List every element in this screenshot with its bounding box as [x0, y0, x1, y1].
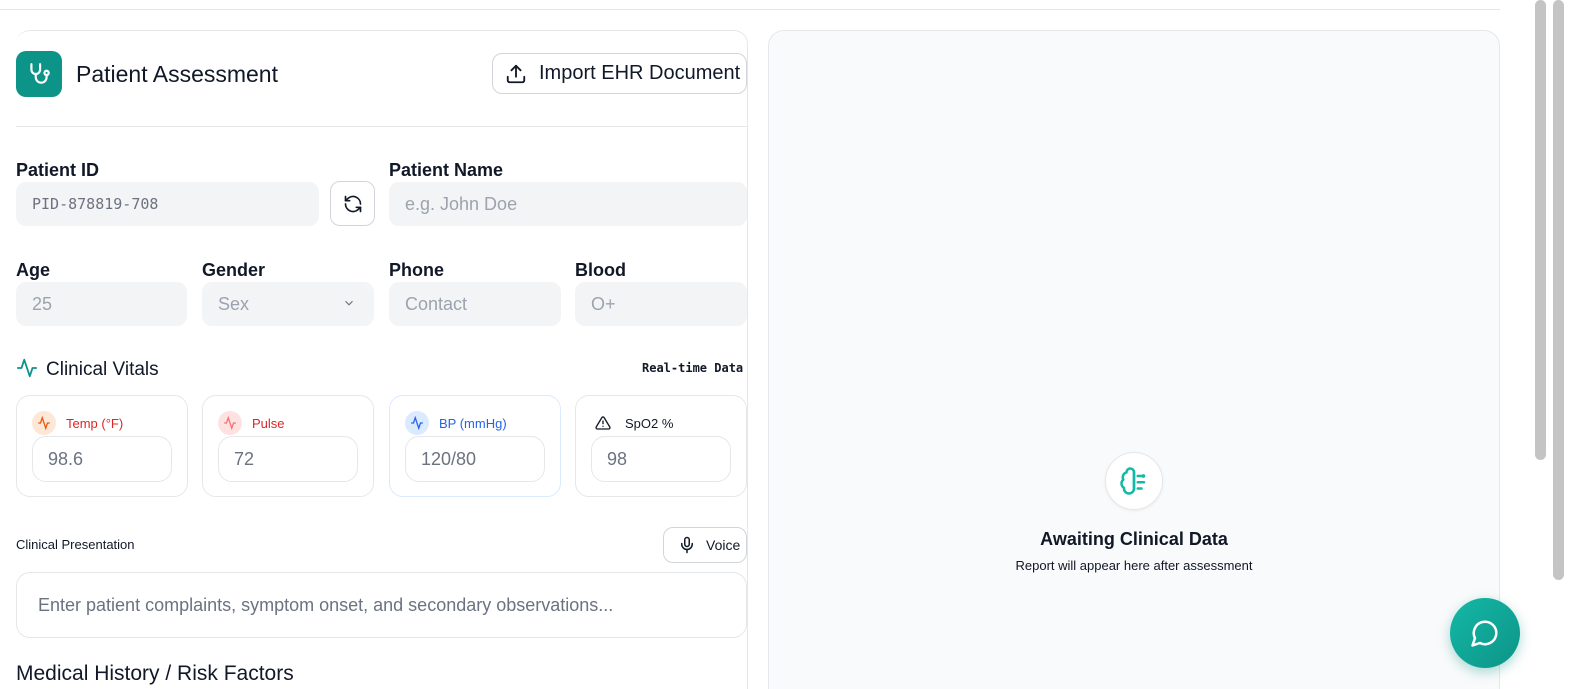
import-ehr-label: Import EHR Document: [539, 62, 741, 84]
spo2-input[interactable]: 98: [591, 436, 731, 482]
gender-select[interactable]: Sex: [202, 282, 374, 326]
awaiting-subtitle: Report will appear here after assessment: [1015, 558, 1253, 573]
chat-button[interactable]: [1450, 598, 1520, 668]
vital-card-spo2: SpO2 % 98: [575, 395, 747, 497]
phone-label: Phone: [389, 260, 445, 280]
vital-label: SpO2 %: [625, 415, 674, 431]
patient-id-label: Patient ID: [16, 160, 100, 180]
patient-name-label: Patient Name: [389, 160, 504, 180]
vital-card-pulse: Pulse 72: [202, 395, 374, 497]
vital-label: Temp (°F): [66, 415, 124, 431]
activity-icon: [405, 411, 429, 435]
brain-icon: [1105, 452, 1163, 510]
refresh-icon: [344, 195, 361, 212]
voice-label: Voice: [706, 537, 741, 553]
top-divider: [0, 9, 1500, 10]
vital-label: BP (mmHg): [439, 415, 507, 431]
blood-label: Blood: [575, 260, 626, 280]
page-title: Patient Assessment: [76, 61, 278, 87]
vital-card-bp: BP (mmHg) 120/80: [389, 395, 561, 497]
chat-icon: [1471, 620, 1498, 647]
phone-field[interactable]: Contact: [389, 282, 561, 326]
age-field[interactable]: 25: [16, 282, 187, 326]
realtime-badge: Real-time Data: [642, 361, 744, 375]
gender-selected: Sex: [218, 293, 250, 314]
chevron-down-icon: [345, 300, 353, 306]
report-panel: Awaiting Clinical Data Report will appea…: [768, 30, 1500, 689]
microphone-icon: [681, 536, 693, 554]
clinical-vitals-title: Clinical Vitals: [46, 359, 159, 380]
clinical-presentation-textarea[interactable]: Enter patient complaints, symptom onset,…: [16, 572, 747, 638]
activity-icon: [218, 411, 242, 435]
pulse-input[interactable]: 72: [218, 436, 358, 482]
patient-id-field[interactable]: PID-878819-708: [16, 182, 319, 226]
activity-icon: [16, 358, 38, 378]
stethoscope-icon: [16, 51, 62, 97]
import-ehr-button[interactable]: Import EHR Document: [492, 53, 747, 94]
gender-label: Gender: [202, 260, 266, 280]
card-header: Patient Assessment Import EHR Document: [16, 31, 747, 127]
vital-card-temp: Temp (°F) 98.6: [16, 395, 188, 497]
assessment-card: Patient Assessment Import EHR Document P…: [16, 30, 748, 689]
age-label: Age: [16, 260, 51, 280]
awaiting-title: Awaiting Clinical Data: [1040, 529, 1228, 549]
regenerate-id-button[interactable]: [330, 181, 375, 226]
scrollbar-thumb[interactable]: [1535, 0, 1546, 460]
clinical-presentation-label: Clinical Presentation: [16, 537, 135, 552]
activity-icon: [32, 411, 56, 435]
warning-icon: [591, 411, 615, 435]
patient-name-field[interactable]: e.g. John Doe: [389, 182, 747, 226]
page-scrollbar-thumb[interactable]: [1553, 0, 1564, 580]
medical-history-title: Medical History / Risk Factors: [16, 662, 294, 685]
bp-input[interactable]: 120/80: [405, 436, 545, 482]
vital-label: Pulse: [252, 415, 285, 431]
voice-button[interactable]: Voice: [663, 527, 747, 563]
blood-field[interactable]: O+: [575, 282, 747, 326]
temp-input[interactable]: 98.6: [32, 436, 172, 482]
upload-icon: [506, 64, 526, 83]
